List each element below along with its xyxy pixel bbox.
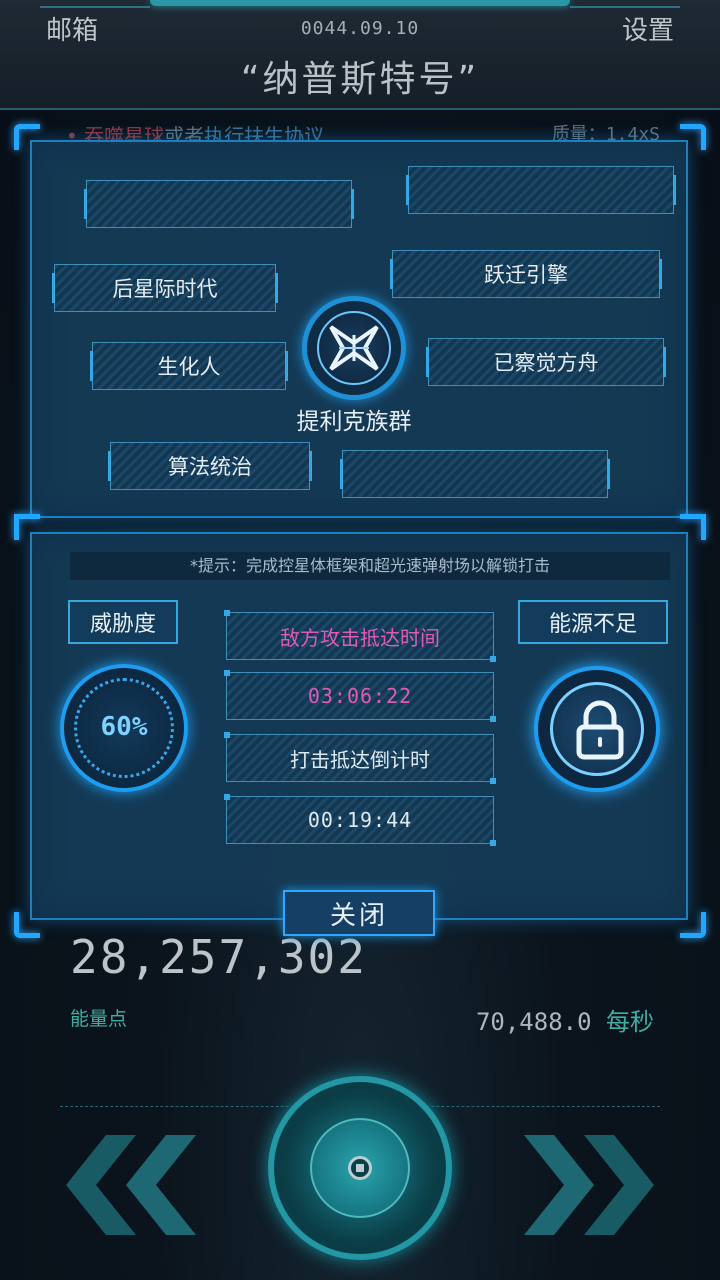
frame-corner-mid-right	[680, 514, 706, 540]
threat-value: 60%	[100, 712, 148, 742]
faction-emblem-icon	[329, 325, 379, 371]
faction-name: 提利克族群	[296, 409, 412, 435]
faction-emblem[interactable]	[302, 296, 406, 400]
frame-corner-top-right	[680, 124, 706, 150]
tech-slot-8[interactable]	[340, 450, 610, 498]
frame-corner-top-left	[14, 124, 40, 150]
close-button[interactable]: 关闭	[283, 890, 435, 936]
tech-slot-algorithm-rule[interactable]: 算法统治	[108, 442, 312, 490]
strike-lock-button[interactable]	[534, 666, 660, 792]
threat-label: 威胁度	[68, 600, 178, 644]
unlock-hint: *提示：完成控星体框架和超光速弹射场以解锁打击	[70, 552, 670, 580]
frame-corner-mid-left	[14, 514, 40, 540]
tech-slot-post-interstellar[interactable]: 后星际时代	[52, 264, 278, 312]
tech-slot-1[interactable]	[84, 180, 354, 228]
tech-slot-cyborg[interactable]: 生化人	[90, 342, 288, 390]
tech-slot-ark-detected[interactable]: 已察觉方舟	[426, 338, 666, 386]
frame-corner-bottom-right	[680, 912, 706, 938]
threat-gauge: 60%	[60, 664, 188, 792]
lock-icon	[576, 700, 624, 760]
energy-short-label: 能源不足	[518, 600, 668, 644]
tech-slot-2[interactable]	[406, 166, 676, 214]
enemy-arrival-label: 敌方攻击抵达时间	[224, 610, 496, 662]
strike-countdown-label: 打击抵达倒计时	[224, 732, 496, 784]
faction-emblem-inner	[317, 311, 391, 385]
tech-slot-warp-engine[interactable]: 跃迁引擎	[390, 250, 662, 298]
strike-lock-inner	[550, 682, 644, 776]
enemy-arrival-time: 03:06:22	[224, 670, 496, 722]
frame-corner-bottom-left	[14, 912, 40, 938]
strike-countdown-time: 00:19:44	[224, 794, 496, 846]
